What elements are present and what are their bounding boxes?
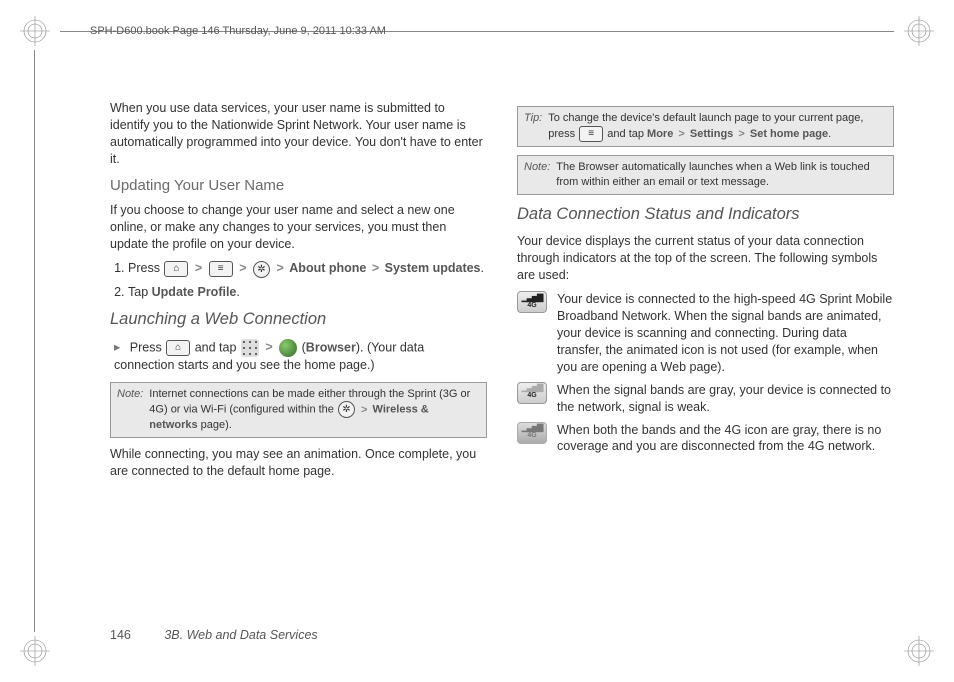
label-set-home-page: Set home page (750, 128, 828, 140)
connecting-paragraph: While connecting, you may see an animati… (110, 446, 487, 480)
data-connection-intro: Your device displays the current status … (517, 233, 894, 284)
indicator-4g-connected: ▁▃▅▇4G Your device is connected to the h… (517, 291, 894, 375)
label-about-phone: About phone (289, 261, 366, 275)
column-left: When you use data services, your user na… (110, 100, 487, 612)
column-right: Tip: To change the device's default laun… (517, 100, 894, 612)
chevron-icon: > (195, 261, 202, 275)
4g-icon-weak: ▁▃▅▇4G (517, 382, 547, 404)
page-number: 146 (110, 628, 131, 642)
launch-steps: Press ⌂ and tap > (Browser). (Your data … (114, 339, 487, 374)
note-body: Internet connections can be made either … (149, 387, 480, 434)
chevron-icon: > (361, 404, 367, 416)
label-browser: Browser (306, 340, 356, 354)
note-browser-autolaunch: Note: The Browser automatically launches… (517, 155, 894, 195)
note-internet-connections: Note: Internet connections can be made e… (110, 382, 487, 439)
browser-globe-icon (279, 339, 297, 357)
indicator-desc: When both the bands and the 4G icon are … (557, 422, 894, 456)
chevron-icon: > (276, 261, 283, 275)
cropmark-br (904, 636, 934, 666)
chevron-icon: > (372, 261, 379, 275)
cropmark-tr (904, 16, 934, 46)
heading-updating-username: Updating Your User Name (110, 176, 487, 196)
note-label: Note: (117, 387, 143, 434)
4g-icon-disconnected: ▁▃▅▇4G (517, 422, 547, 444)
page-footer: 146 3B. Web and Data Services (110, 628, 318, 642)
page-body: When you use data services, your user na… (110, 100, 894, 612)
chevron-icon: > (738, 128, 744, 140)
indicator-4g-off: ▁▃▅▇4G When both the bands and the 4G ic… (517, 422, 894, 456)
indicator-desc: When the signal bands are gray, your dev… (557, 382, 894, 416)
update-steps: Press ⌂ > ≡ > ✲ > About phone > System u… (128, 260, 487, 300)
indicator-desc: Your device is connected to the high-spe… (557, 291, 894, 375)
apps-grid-icon (241, 339, 259, 357)
4g-icon-connected: ▁▃▅▇4G (517, 291, 547, 313)
step-2: Tap Update Profile. (128, 284, 487, 301)
cropmark-tl (20, 16, 50, 46)
tip-box: Tip: To change the device's default laun… (517, 106, 894, 147)
launch-step: Press ⌂ and tap > (Browser). (Your data … (114, 339, 487, 374)
heading-launching-web: Launching a Web Connection (110, 308, 487, 330)
settings-gear-icon: ✲ (253, 261, 270, 278)
step-1: Press ⌂ > ≡ > ✲ > About phone > System u… (128, 260, 487, 277)
home-icon: ⌂ (166, 340, 190, 356)
label-more: More (647, 128, 673, 140)
indicator-4g-weak: ▁▃▅▇4G When the signal bands are gray, y… (517, 382, 894, 416)
chevron-icon: > (239, 261, 246, 275)
note-label: Note: (524, 160, 550, 190)
intro-paragraph: When you use data services, your user na… (110, 100, 487, 168)
updating-paragraph: If you choose to change your user name a… (110, 202, 487, 253)
tip-body: To change the device's default launch pa… (548, 111, 887, 142)
chevron-icon: > (265, 340, 272, 354)
chevron-icon: > (678, 128, 684, 140)
label-update-profile: Update Profile (152, 285, 237, 299)
running-header: SPH-D600.book Page 146 Thursday, June 9,… (90, 25, 386, 37)
menu-icon: ≡ (209, 261, 233, 277)
cropline-left (34, 50, 35, 632)
home-icon: ⌂ (164, 261, 188, 277)
label-system-updates: System updates (385, 261, 481, 275)
label-settings: Settings (690, 128, 733, 140)
menu-icon: ≡ (579, 126, 603, 142)
note-body: The Browser automatically launches when … (556, 160, 887, 190)
tip-label: Tip: (524, 111, 542, 142)
heading-data-connection: Data Connection Status and Indicators (517, 203, 894, 225)
section-title: 3B. Web and Data Services (164, 628, 317, 642)
cropmark-bl (20, 636, 50, 666)
settings-gear-icon: ✲ (338, 401, 355, 418)
